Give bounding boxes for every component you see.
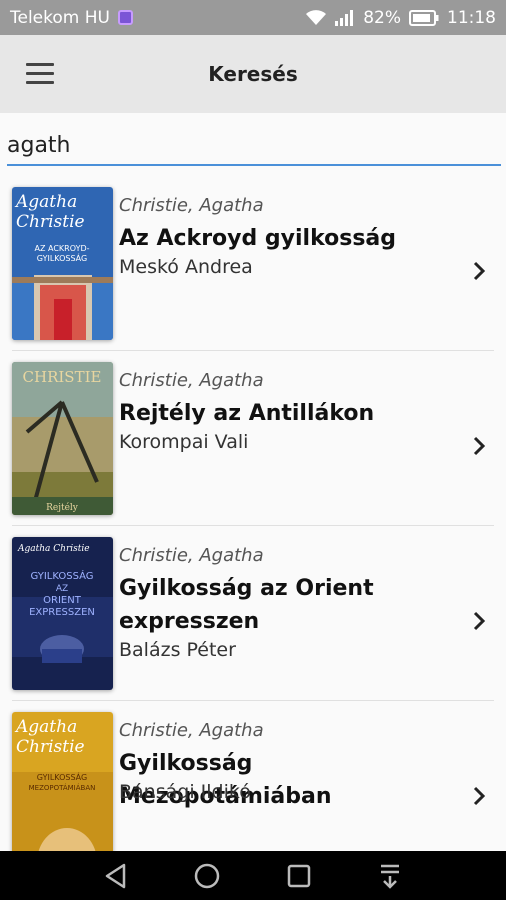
cover-text: Christie: [16, 212, 85, 232]
system-nav-bar: [0, 851, 506, 900]
status-right: 82% 11:18: [305, 8, 496, 28]
book-title: Gyilkosság Mezopotámiában: [119, 751, 332, 809]
signal-icon: [335, 9, 355, 26]
chevron-right-icon: [473, 436, 486, 456]
cover-text: Rejtély: [46, 502, 79, 513]
book-cover: CHRISTIE Rejtély: [12, 362, 113, 515]
cover-text: MEZOPOTÁMIÁBAN: [29, 783, 96, 792]
cover-text: Christie: [16, 737, 85, 757]
book-title: Rejtély az Antillákon: [119, 401, 375, 426]
book-author: Christie, Agatha: [119, 720, 264, 741]
book-translator: Balázs Péter: [119, 639, 236, 661]
book-translator: Meskó Andrea: [119, 256, 253, 278]
book-translator: Bánsági Ildikó: [119, 781, 251, 803]
cover-text: GYILKOSSÁG: [30, 569, 93, 582]
list-item[interactable]: Agatha Christie AZ ACKROYD- GYILKOSSÁG C…: [0, 176, 506, 351]
cover-text: Agatha Christie: [17, 544, 90, 554]
battery-percent: 82%: [363, 7, 401, 28]
cover-text: CHRISTIE: [23, 368, 102, 386]
book-translator: Korompai Vali: [119, 431, 249, 453]
list-item[interactable]: Agatha Christie GYILKOSSÁG MEZOPOTÁMIÁBA…: [0, 701, 506, 876]
cover-text: EXPRESSZEN: [29, 607, 95, 618]
book-cover: Agatha Christie GYILKOSSÁG MEZOPOTÁMIÁBA…: [12, 712, 113, 865]
chevron-right-icon: [473, 611, 486, 631]
book-title: Az Ackroyd gyilkosság: [119, 226, 397, 251]
status-bar: Telekom HU 82% 11:18: [0, 0, 506, 35]
book-cover: Agatha Christie GYILKOSSÁG AZ ORIENT EXP…: [12, 537, 113, 690]
notification-pulldown-icon[interactable]: [370, 856, 410, 896]
cover-text: GYILKOSSÁG: [37, 252, 87, 263]
recents-icon[interactable]: [279, 856, 319, 896]
carrier-name: Telekom HU: [10, 7, 110, 28]
back-icon[interactable]: [96, 856, 136, 896]
book-author: Christie, Agatha: [119, 545, 264, 566]
wifi-icon: [305, 9, 327, 26]
book-title: Gyilkosság az Orient expresszen: [119, 576, 374, 634]
battery-icon: [409, 9, 439, 26]
hamburger-menu-icon[interactable]: [26, 63, 54, 85]
clock: 11:18: [447, 7, 496, 28]
book-author: Christie, Agatha: [119, 370, 264, 391]
cover-text: Agatha: [14, 192, 77, 212]
list-item[interactable]: Agatha Christie GYILKOSSÁG AZ ORIENT EXP…: [0, 526, 506, 701]
search-input[interactable]: [7, 126, 501, 166]
cover-text: ORIENT: [43, 595, 82, 606]
book-cover: Agatha Christie AZ ACKROYD- GYILKOSSÁG: [12, 187, 113, 340]
cover-text: AZ ACKROYD-: [34, 244, 89, 253]
cover-text: GYILKOSSÁG: [37, 771, 87, 782]
home-icon[interactable]: [187, 856, 227, 896]
cover-text: Agatha: [14, 717, 77, 737]
carrier: Telekom HU: [10, 8, 133, 28]
chevron-right-icon: [473, 261, 486, 281]
sim-icon: [117, 10, 133, 25]
chevron-right-icon: [473, 786, 486, 806]
book-author: Christie, Agatha: [119, 195, 264, 216]
page-title: Keresés: [208, 62, 298, 86]
cover-text: AZ: [56, 584, 68, 594]
app-bar: Keresés: [0, 35, 506, 113]
list-item[interactable]: CHRISTIE Rejtély Christie, Agatha Rejtél…: [0, 351, 506, 526]
